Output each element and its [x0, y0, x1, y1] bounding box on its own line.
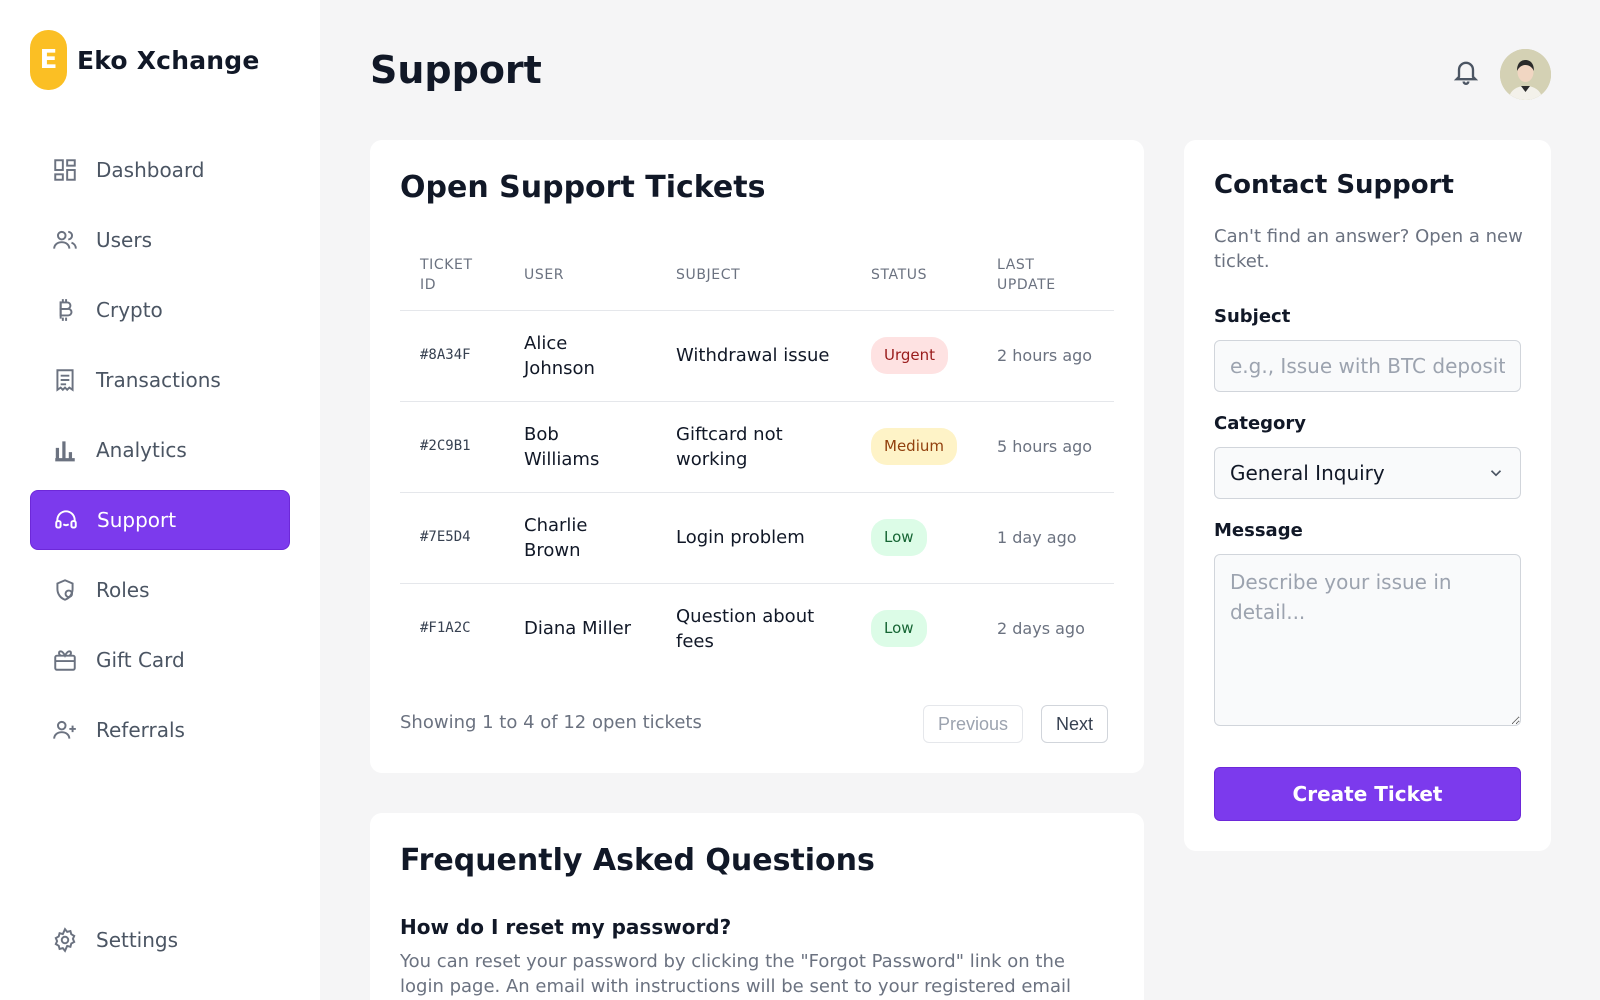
ticket-id: #2C9B1	[400, 401, 504, 493]
sidebar-item-label: Analytics	[96, 438, 187, 462]
sidebar-item-users[interactable]: Users	[30, 210, 290, 270]
sidebar-item-gift-card[interactable]: Gift Card	[30, 630, 290, 690]
column-header-last-update: LAST UPDATE	[977, 240, 1114, 311]
ticket-last-update: 2 days ago	[997, 618, 1085, 638]
sidebar-item-label: Roles	[96, 578, 150, 602]
create-ticket-button[interactable]: Create Ticket	[1214, 767, 1521, 821]
sidebar-item-label: Referrals	[96, 718, 185, 742]
category-select[interactable]: General Inquiry	[1214, 447, 1521, 499]
table-row[interactable]: #2C9B1 Bob Williams Giftcard not working…	[400, 401, 1114, 493]
tickets-table: TICKET ID USER SUBJECT STATUS LAST UPDAT…	[400, 240, 1114, 674]
ticket-user: Diana Miller	[524, 618, 632, 640]
bell-icon	[1453, 61, 1479, 85]
message-textarea[interactable]	[1214, 554, 1521, 726]
sidebar-item-settings[interactable]: Settings	[30, 910, 290, 970]
sidebar-item-label: Gift Card	[96, 648, 185, 672]
status-badge: Urgent	[871, 337, 949, 374]
ticket-last-update: 2 hours ago	[977, 310, 1114, 402]
sidebar-nav: Dashboard Users Crypto Transactions Anal…	[30, 140, 290, 770]
bar-chart-icon	[55, 441, 75, 462]
faq-title: Frequently Asked Questions	[400, 843, 875, 878]
category-label: Category	[1214, 413, 1307, 434]
sidebar-item-roles[interactable]: Roles	[30, 560, 290, 620]
table-header-row: TICKET ID USER SUBJECT STATUS LAST UPDAT…	[400, 240, 1114, 311]
column-header-ticket-id: TICKET ID	[400, 240, 504, 311]
contact-title: Contact Support	[1214, 170, 1454, 200]
table-row[interactable]: #7E5D4 Charlie Brown Login problem Low 1…	[400, 492, 1114, 584]
sidebar-item-label: Support	[97, 508, 177, 532]
sidebar-item-analytics[interactable]: Analytics	[30, 420, 290, 480]
users-icon	[53, 230, 77, 249]
sidebar-item-label: Users	[96, 228, 153, 252]
ticket-subject: Question about fees	[676, 605, 815, 652]
sidebar-item-referrals[interactable]: Referrals	[30, 700, 290, 760]
sidebar-item-crypto[interactable]: Crypto	[30, 280, 290, 340]
brand[interactable]: E Eko Xchange	[30, 30, 260, 90]
open-tickets-card: Open Support Tickets TICKET ID USER SUBJ…	[370, 140, 1144, 773]
status-badge: Medium	[871, 428, 957, 465]
category-selected-value: General Inquiry	[1230, 461, 1385, 485]
dashboard-icon	[54, 159, 76, 181]
brand-logo: E	[30, 30, 67, 90]
ticket-id: #7E5D4	[400, 492, 504, 584]
page-title: Support	[370, 48, 542, 92]
ticket-user: Charlie Brown	[504, 492, 656, 584]
sidebar-item-support[interactable]: Support	[30, 490, 290, 550]
ticket-status: Urgent	[851, 310, 977, 402]
sidebar-footer: Settings	[30, 910, 290, 980]
receipt-icon	[56, 369, 74, 392]
user-avatar-icon	[1500, 49, 1551, 100]
ticket-id: #8A34F	[400, 310, 504, 402]
ticket-user: Alice Johnson	[504, 310, 656, 402]
ticket-user: Bob Williams	[504, 401, 656, 493]
headset-icon	[55, 510, 77, 529]
next-page-button[interactable]: Next	[1041, 705, 1109, 743]
previous-page-button[interactable]: Previous	[923, 705, 1024, 743]
sidebar-item-transactions[interactable]: Transactions	[30, 350, 290, 410]
sidebar-item-dashboard[interactable]: Dashboard	[30, 140, 290, 200]
sidebar-item-label: Dashboard	[96, 158, 205, 182]
faq-question[interactable]: How do I reset my password?	[400, 915, 731, 939]
user-plus-icon	[53, 720, 76, 739]
sidebar-item-label: Crypto	[96, 298, 163, 322]
avatar[interactable]	[1500, 49, 1551, 100]
pagination-summary: Showing 1 to 4 of 12 open tickets	[400, 712, 702, 733]
notifications-button[interactable]	[1452, 56, 1480, 86]
ticket-last-update: 1 day ago	[977, 492, 1114, 584]
column-header-subject: SUBJECT	[656, 240, 851, 311]
faq-answer: You can reset your password by clicking …	[400, 951, 1071, 997]
sidebar-item-label: Transactions	[96, 368, 221, 392]
table-row[interactable]: #8A34F Alice Johnson Withdrawal issue Ur…	[400, 310, 1114, 402]
brand-name: Eko Xchange	[77, 45, 260, 75]
contact-subtitle: Can't find an answer? Open a new ticket.	[1214, 226, 1523, 272]
subject-label: Subject	[1214, 306, 1291, 327]
ticket-subject: Login problem	[656, 492, 851, 584]
column-header-user: USER	[504, 240, 656, 311]
gear-icon	[54, 927, 76, 953]
ticket-subject: Withdrawal issue	[656, 310, 851, 402]
ticket-last-update: 5 hours ago	[977, 401, 1114, 493]
gift-card-icon	[54, 650, 76, 671]
chevron-down-icon	[1490, 470, 1502, 477]
ticket-status: Medium	[851, 401, 977, 493]
status-badge: Low	[871, 519, 927, 556]
tickets-title: Open Support Tickets	[400, 170, 766, 205]
faq-card: Frequently Asked Questions How do I rese…	[370, 813, 1144, 1000]
contact-support-card: Contact Support Can't find an answer? Op…	[1184, 140, 1551, 851]
ticket-subject: Giftcard not working	[656, 401, 851, 493]
ticket-status: Low	[851, 492, 977, 584]
status-badge: Low	[871, 610, 927, 648]
ticket-id: #F1A2C	[420, 620, 471, 637]
sidebar-item-label: Settings	[96, 928, 179, 952]
ticket-status: Low	[851, 583, 977, 674]
message-label: Message	[1214, 520, 1303, 541]
bitcoin-icon	[59, 299, 73, 321]
table-row[interactable]: #F1A2C Diana Miller Question about fees …	[400, 583, 1114, 674]
shield-user-icon	[56, 579, 74, 601]
subject-input[interactable]	[1214, 340, 1521, 392]
column-header-status: STATUS	[851, 240, 977, 311]
sidebar: E Eko Xchange Dashboard Users Crypto Tra…	[0, 0, 320, 1000]
